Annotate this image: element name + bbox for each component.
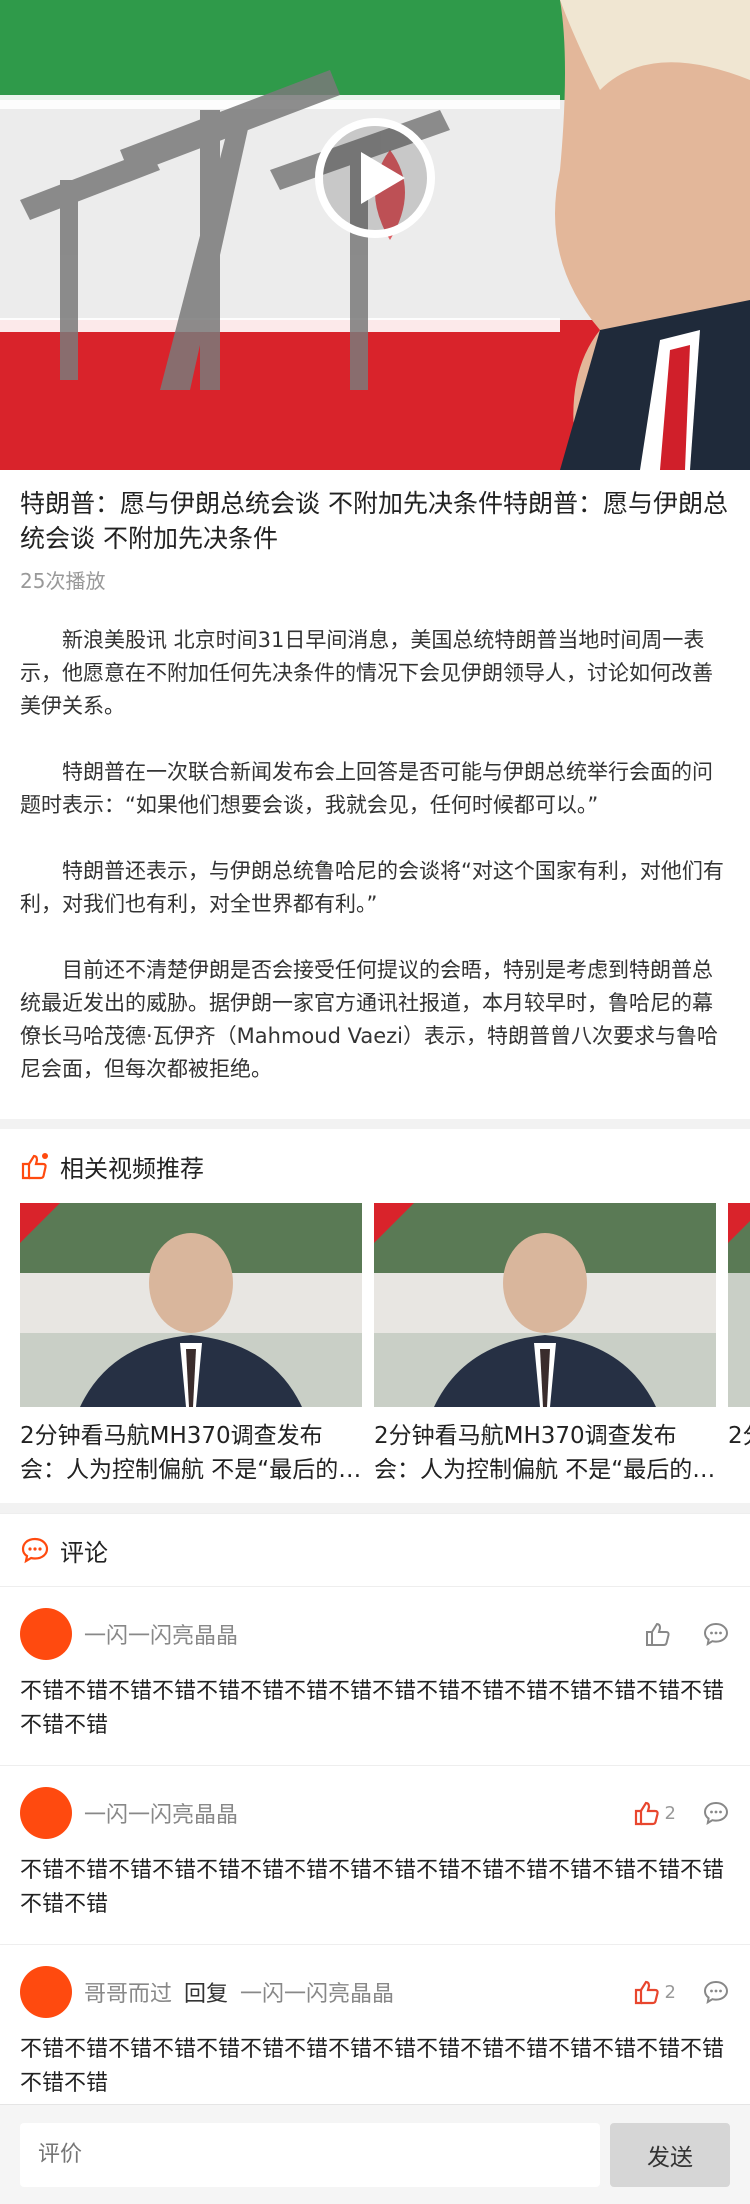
- like-icon: [646, 1622, 670, 1646]
- comment-icon[interactable]: [702, 1620, 730, 1648]
- related-video-title[interactable]: 2分钟看马航MH370调查发布会：人为控制偏航 不是“最后的呼叫”: [374, 1419, 716, 1487]
- related-label: 相关视频推荐: [60, 1154, 204, 1183]
- avatar[interactable]: [20, 1966, 72, 2018]
- avatar[interactable]: [20, 1608, 72, 1660]
- article-paragraph: 目前还不清楚伊朗是否会接受任何提议的会晤，特别是考虑到特朗普总统最近发出的威胁。…: [20, 958, 718, 1081]
- like-button[interactable]: [644, 1620, 676, 1648]
- related-video-card[interactable]: 2分钟看马航MH370调查发布会：人为控制偏航 不是“最后的呼叫”: [374, 1203, 716, 1503]
- comment-item: 一闪一闪亮晶晶 不错不错不错不错不错不错不错不错不错不错不错不错不错不错不错不错…: [0, 1587, 750, 1766]
- comment-text: 不错不错不错不错不错不错不错不错不错不错不错不错不错不错不错不错不错不错: [20, 1858, 725, 1917]
- comment-composer: 发送: [0, 2104, 750, 2204]
- comment-text: 不错不错不错不错不错不错不错不错不错不错不错不错不错不错不错不错不错不错: [20, 1679, 725, 1738]
- reply-label: 回复: [184, 1982, 229, 2007]
- section-divider: [0, 1119, 750, 1129]
- section-divider: [0, 1503, 750, 1513]
- comments-header: 评论: [0, 1513, 750, 1587]
- comment-text: 不错不错不错不错不错不错不错不错不错不错不错不错不错不错不错不错不错不错: [20, 2037, 725, 2096]
- comment-username[interactable]: 哥哥而过: [84, 1976, 172, 2008]
- thumb-up-icon: [21, 1153, 48, 1180]
- like-count: 2: [664, 1802, 676, 1824]
- article-paragraph: 新浪美股讯 北京时间31日早间消息，美国总统特朗普当地时间周一表示，他愿意在不附…: [20, 628, 713, 718]
- video-thumbnail[interactable]: [728, 1203, 750, 1407]
- article-paragraph: 特朗普在一次联合新闻发布会上回答是否可能与伊朗总统举行会面的问题时表示：“如果他…: [20, 760, 713, 817]
- related-video-title[interactable]: 2分钟看马航MH370调查发布会：人为控制偏航 不是“最后的呼叫”: [20, 1419, 362, 1487]
- like-button[interactable]: 2: [633, 1978, 676, 2006]
- avatar[interactable]: [20, 1787, 72, 1839]
- reply-target-username[interactable]: 一闪一闪亮晶晶: [240, 1976, 394, 2008]
- related-video-card[interactable]: 2分钟看马航MH370调查发布会: [728, 1203, 750, 1503]
- comment-item: 哥哥而过 回复 一闪一闪亮晶晶 2 不错不错不错不错不错不错不错不错不错不错不错…: [0, 1945, 750, 2123]
- comments-label: 评论: [60, 1538, 108, 1567]
- comment-input[interactable]: [20, 2122, 600, 2187]
- related-header: 相关视频推荐: [0, 1129, 750, 1203]
- related-video-title[interactable]: 2分钟看马航MH370调查发布会: [728, 1419, 750, 1487]
- related-videos[interactable]: 2分钟看马航MH370调查发布会：人为控制偏航 不是“最后的呼叫” 2分钟看马航…: [0, 1203, 750, 1503]
- video-thumbnail[interactable]: [20, 1203, 362, 1407]
- chat-bubble-icon: [21, 1537, 49, 1564]
- comment-icon[interactable]: [702, 1978, 730, 2006]
- like-count: 2: [664, 1981, 676, 2003]
- video-title: 特朗普：愿与伊朗总统会谈 不附加先决条件特朗普：愿与伊朗总统会谈 不附加先决条件: [20, 489, 728, 553]
- send-button[interactable]: 发送: [610, 2122, 730, 2187]
- like-icon: [634, 1980, 659, 2005]
- play-icon[interactable]: [313, 116, 437, 240]
- comment-username[interactable]: 一闪一闪亮晶晶: [84, 1618, 238, 1650]
- comment-icon[interactable]: [702, 1799, 730, 1827]
- like-icon: [634, 1801, 659, 1826]
- comment-list: 一闪一闪亮晶晶 不错不错不错不错不错不错不错不错不错不错不错不错不错不错不错不错…: [0, 1587, 750, 2123]
- like-button[interactable]: 2: [633, 1799, 676, 1827]
- article-paragraph: 特朗普还表示，与伊朗总统鲁哈尼的会谈将“对这个国家有利，对他们有利，对我们也有利…: [20, 859, 724, 916]
- video-player[interactable]: [0, 0, 750, 470]
- video-thumbnail[interactable]: [374, 1203, 716, 1407]
- comment-username[interactable]: 一闪一闪亮晶晶: [84, 1797, 238, 1829]
- article-body: 新浪美股讯 北京时间31日早间消息，美国总统特朗普当地时间周一表示，他愿意在不附…: [0, 596, 750, 1086]
- related-video-card[interactable]: 2分钟看马航MH370调查发布会：人为控制偏航 不是“最后的呼叫”: [20, 1203, 362, 1503]
- comment-item: 一闪一闪亮晶晶 2 不错不错不错不错不错不错不错不错不错不错不错不错不错不错不错…: [0, 1766, 750, 1945]
- play-count: 25次播放: [20, 569, 106, 593]
